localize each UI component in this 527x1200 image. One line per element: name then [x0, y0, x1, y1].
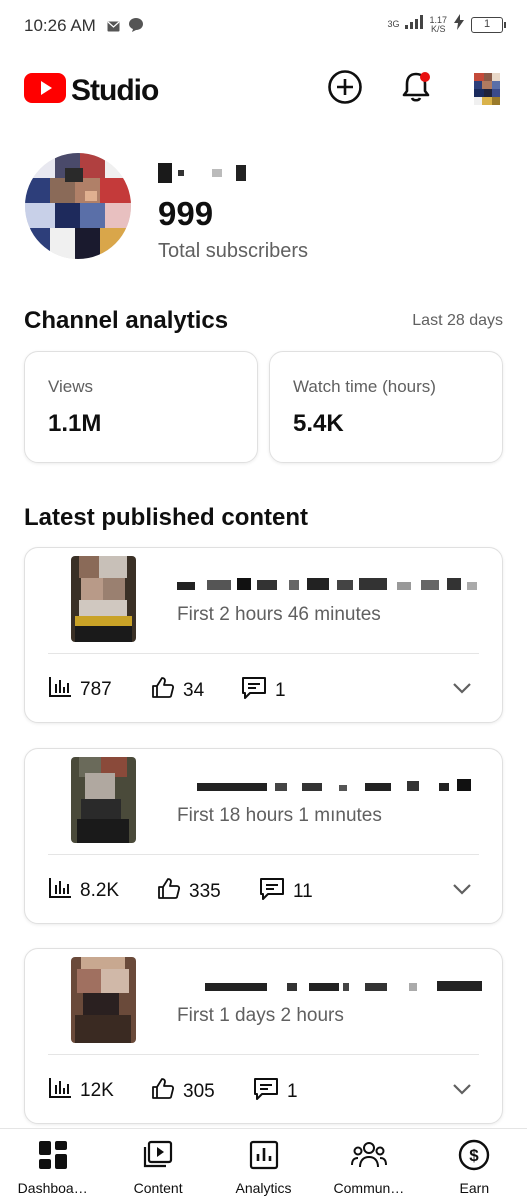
likes-metric: 305	[151, 1077, 215, 1107]
logo-text: Studio	[71, 73, 159, 107]
comment-icon	[253, 1077, 279, 1107]
content-meta: First 1 days 2 hours	[177, 1005, 344, 1026]
mail-icon	[107, 19, 120, 37]
content-meta: First 18 hours 1 mınutes	[177, 805, 382, 826]
channel-name-redacted	[158, 160, 246, 186]
network-speed: 1.17 K/S	[429, 14, 447, 34]
channel-avatar	[25, 153, 131, 259]
video-thumbnail[interactable]	[71, 957, 136, 1043]
nav-label: Earn	[459, 1180, 490, 1196]
thumbs-up-icon	[157, 877, 181, 907]
nav-dashboard[interactable]: Dashboa…	[0, 1129, 105, 1200]
content-card[interactable]: First 18 hours 1 mınutes 8.2K 335 11	[24, 748, 503, 924]
analytics-title: Channel analytics	[24, 307, 229, 334]
divider	[48, 854, 479, 855]
bottom-navigation: Dashboa… Content Analytics Commun… $ Ear…	[0, 1128, 527, 1200]
analytics-period: Last 28 days	[412, 312, 503, 329]
analytics-icon	[248, 1139, 280, 1176]
stat-value: 1.1M	[48, 410, 102, 437]
comments-metric: 1	[253, 1077, 298, 1107]
battery-icon: 1	[471, 16, 506, 33]
nav-label: Analytics	[235, 1180, 292, 1196]
content-card[interactable]: First 2 hours 46 minutes 787 34 1	[24, 547, 503, 723]
views-card[interactable]: Views 1.1M	[24, 351, 258, 463]
divider	[48, 653, 479, 654]
expand-button[interactable]	[450, 879, 474, 903]
divider	[48, 1054, 479, 1055]
thumbs-up-icon	[151, 676, 175, 706]
bar-chart-icon	[48, 877, 72, 905]
signal-icon	[405, 15, 424, 34]
content-icon	[142, 1139, 174, 1176]
notifications-icon	[398, 69, 434, 110]
thumbs-up-icon	[151, 1077, 175, 1107]
app-header: Studio	[0, 60, 527, 120]
likes-metric: 335	[157, 877, 221, 907]
watch-time-card[interactable]: Watch time (hours) 5.4K	[269, 351, 503, 463]
views-metric: 12K	[48, 1077, 114, 1105]
chevron-down-icon	[452, 1082, 472, 1100]
dashboard-icon	[37, 1139, 69, 1176]
views-metric: 787	[48, 676, 112, 704]
chevron-down-icon	[452, 882, 472, 900]
stat-value: 5.4K	[293, 410, 344, 437]
expand-button[interactable]	[450, 678, 474, 702]
latest-content-title: Latest published content	[24, 504, 309, 531]
subscriber-count: 999	[158, 195, 214, 232]
likes-metric: 34	[151, 676, 204, 706]
charging-icon	[453, 14, 465, 35]
create-icon	[327, 69, 363, 110]
svg-text:$: $	[470, 1146, 480, 1165]
youtube-logo-icon	[24, 73, 66, 108]
nav-label: Content	[133, 1180, 183, 1196]
video-thumbnail[interactable]	[71, 757, 136, 843]
views-metric: 8.2K	[48, 877, 119, 905]
nav-label: Dashboa…	[17, 1180, 88, 1196]
video-title-redacted	[177, 777, 482, 799]
content-meta: First 2 hours 46 minutes	[177, 604, 381, 625]
network-type: 3G	[387, 19, 400, 29]
status-time: 10:26 AM	[24, 16, 96, 35]
nav-community[interactable]: Commun…	[316, 1129, 421, 1200]
video-title-redacted	[177, 977, 487, 999]
stat-label: Watch time (hours)	[293, 377, 436, 396]
nav-analytics[interactable]: Analytics	[211, 1129, 316, 1200]
nav-label: Commun…	[333, 1180, 405, 1196]
comments-metric: 1	[241, 676, 286, 706]
bar-chart-icon	[48, 1077, 72, 1105]
stat-label: Views	[48, 377, 94, 396]
subscriber-label: Total subscribers	[158, 240, 309, 262]
status-bar: 10:26 AM 3G 1.17 K/S 1	[0, 0, 527, 52]
create-button[interactable]	[325, 69, 365, 109]
community-icon	[350, 1139, 387, 1176]
content-card[interactable]: First 1 days 2 hours 12K 305 1	[24, 948, 503, 1124]
video-thumbnail[interactable]	[71, 556, 136, 642]
earn-icon: $	[458, 1139, 490, 1176]
comments-metric: 11	[259, 877, 313, 907]
studio-logo[interactable]: Studio	[24, 73, 159, 108]
account-avatar[interactable]	[467, 69, 507, 109]
comment-icon	[259, 877, 285, 907]
comment-icon	[241, 676, 267, 706]
video-title-redacted	[177, 576, 482, 598]
chat-bubble-icon	[128, 17, 144, 38]
expand-button[interactable]	[450, 1079, 474, 1103]
notifications-button[interactable]	[396, 69, 436, 109]
bar-chart-icon	[48, 676, 72, 704]
chevron-down-icon	[452, 681, 472, 699]
nav-earn[interactable]: $ Earn	[422, 1129, 527, 1200]
nav-content[interactable]: Content	[105, 1129, 210, 1200]
